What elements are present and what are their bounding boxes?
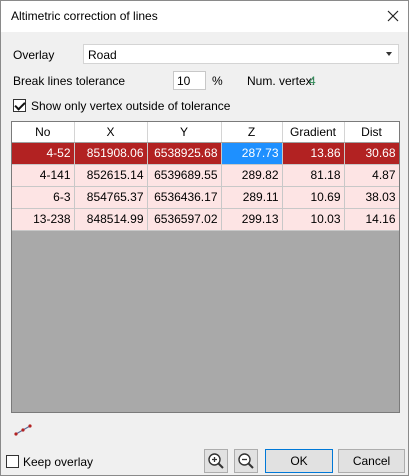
table-cell[interactable]: 30.68 bbox=[344, 142, 399, 165]
keep-overlay-checkbox[interactable] bbox=[6, 455, 19, 468]
table-cell[interactable]: 848514.99 bbox=[74, 208, 148, 231]
table-cell[interactable]: 14.16 bbox=[344, 208, 399, 231]
table-cell[interactable]: 81.18 bbox=[282, 164, 345, 187]
tolerance-input[interactable]: 10 bbox=[173, 71, 206, 90]
overlay-label: Overlay bbox=[13, 48, 55, 62]
zoom-in-button[interactable] bbox=[204, 449, 228, 473]
tolerance-unit: % bbox=[212, 74, 223, 88]
show-outside-tolerance-label: Show only vertex outside of tolerance bbox=[31, 99, 231, 113]
polyline-icon[interactable] bbox=[13, 423, 33, 437]
table-cell[interactable]: 6536436.17 bbox=[147, 186, 222, 209]
column-header[interactable]: Y bbox=[147, 122, 222, 143]
zoom-out-icon bbox=[238, 453, 254, 469]
ok-button[interactable]: OK bbox=[265, 449, 333, 473]
close-icon[interactable] bbox=[379, 3, 407, 29]
vertex-count-value: 4 bbox=[309, 74, 316, 88]
keep-overlay-label: Keep overlay bbox=[23, 455, 94, 469]
column-header[interactable]: No bbox=[12, 122, 75, 143]
column-header[interactable]: Gradient bbox=[282, 122, 345, 143]
column-header[interactable]: Dist bbox=[344, 122, 399, 143]
chevron-down-icon bbox=[386, 52, 392, 56]
column-header[interactable]: Z bbox=[221, 122, 283, 143]
table-cell[interactable]: 38.03 bbox=[344, 186, 399, 209]
cancel-button[interactable]: Cancel bbox=[338, 449, 405, 473]
vertex-count-label: Num. vertex: bbox=[247, 74, 316, 88]
table-cell[interactable]: 4-141 bbox=[12, 164, 75, 187]
table-cell[interactable]: 6536597.02 bbox=[147, 208, 222, 231]
table-cell[interactable]: 13.86 bbox=[282, 142, 345, 165]
vertex-table[interactable]: No X Y Z Gradient Dist 4-52 851908.06 65… bbox=[11, 121, 400, 413]
table-cell[interactable]: 289.11 bbox=[221, 186, 283, 209]
column-header[interactable]: X bbox=[74, 122, 148, 143]
table-cell[interactable]: 4-52 bbox=[12, 142, 75, 165]
table-cell[interactable]: 289.82 bbox=[221, 164, 283, 187]
table-cell[interactable]: 299.13 bbox=[221, 208, 283, 231]
table-cell[interactable]: 854765.37 bbox=[74, 186, 148, 209]
table-cell[interactable]: 4.87 bbox=[344, 164, 399, 187]
title-bar: Altimetric correction of lines bbox=[1, 1, 408, 32]
overlay-select[interactable]: Road bbox=[83, 44, 399, 64]
altimetric-correction-dialog: Altimetric correction of lines Overlay R… bbox=[0, 0, 409, 476]
table-header-row: No X Y Z Gradient Dist bbox=[12, 122, 399, 143]
table-cell[interactable]: 6-3 bbox=[12, 186, 75, 209]
overlay-value: Road bbox=[88, 48, 117, 62]
table-cell[interactable]: 6538925.68 bbox=[147, 142, 222, 165]
table-cell[interactable]: 13-238 bbox=[12, 208, 75, 231]
table-row[interactable]: 13-238 848514.99 6536597.02 299.13 10.03… bbox=[12, 208, 399, 231]
table-row[interactable]: 4-52 851908.06 6538925.68 287.73 13.86 3… bbox=[12, 142, 399, 165]
table-row[interactable]: 4-141 852615.14 6539689.55 289.82 81.18 … bbox=[12, 164, 399, 187]
table-cell-current[interactable]: 287.73 bbox=[221, 142, 283, 165]
zoom-out-button[interactable] bbox=[234, 449, 258, 473]
window-title: Altimetric correction of lines bbox=[11, 9, 158, 23]
tolerance-label: Break lines tolerance bbox=[13, 74, 126, 88]
table-cell[interactable]: 851908.06 bbox=[74, 142, 148, 165]
table-row[interactable]: 6-3 854765.37 6536436.17 289.11 10.69 38… bbox=[12, 186, 399, 209]
table-cell[interactable]: 10.69 bbox=[282, 186, 345, 209]
zoom-in-icon bbox=[208, 453, 224, 469]
show-outside-tolerance-checkbox[interactable] bbox=[13, 99, 26, 112]
table-cell[interactable]: 852615.14 bbox=[74, 164, 148, 187]
table-cell[interactable]: 6539689.55 bbox=[147, 164, 222, 187]
table-cell[interactable]: 10.03 bbox=[282, 208, 345, 231]
